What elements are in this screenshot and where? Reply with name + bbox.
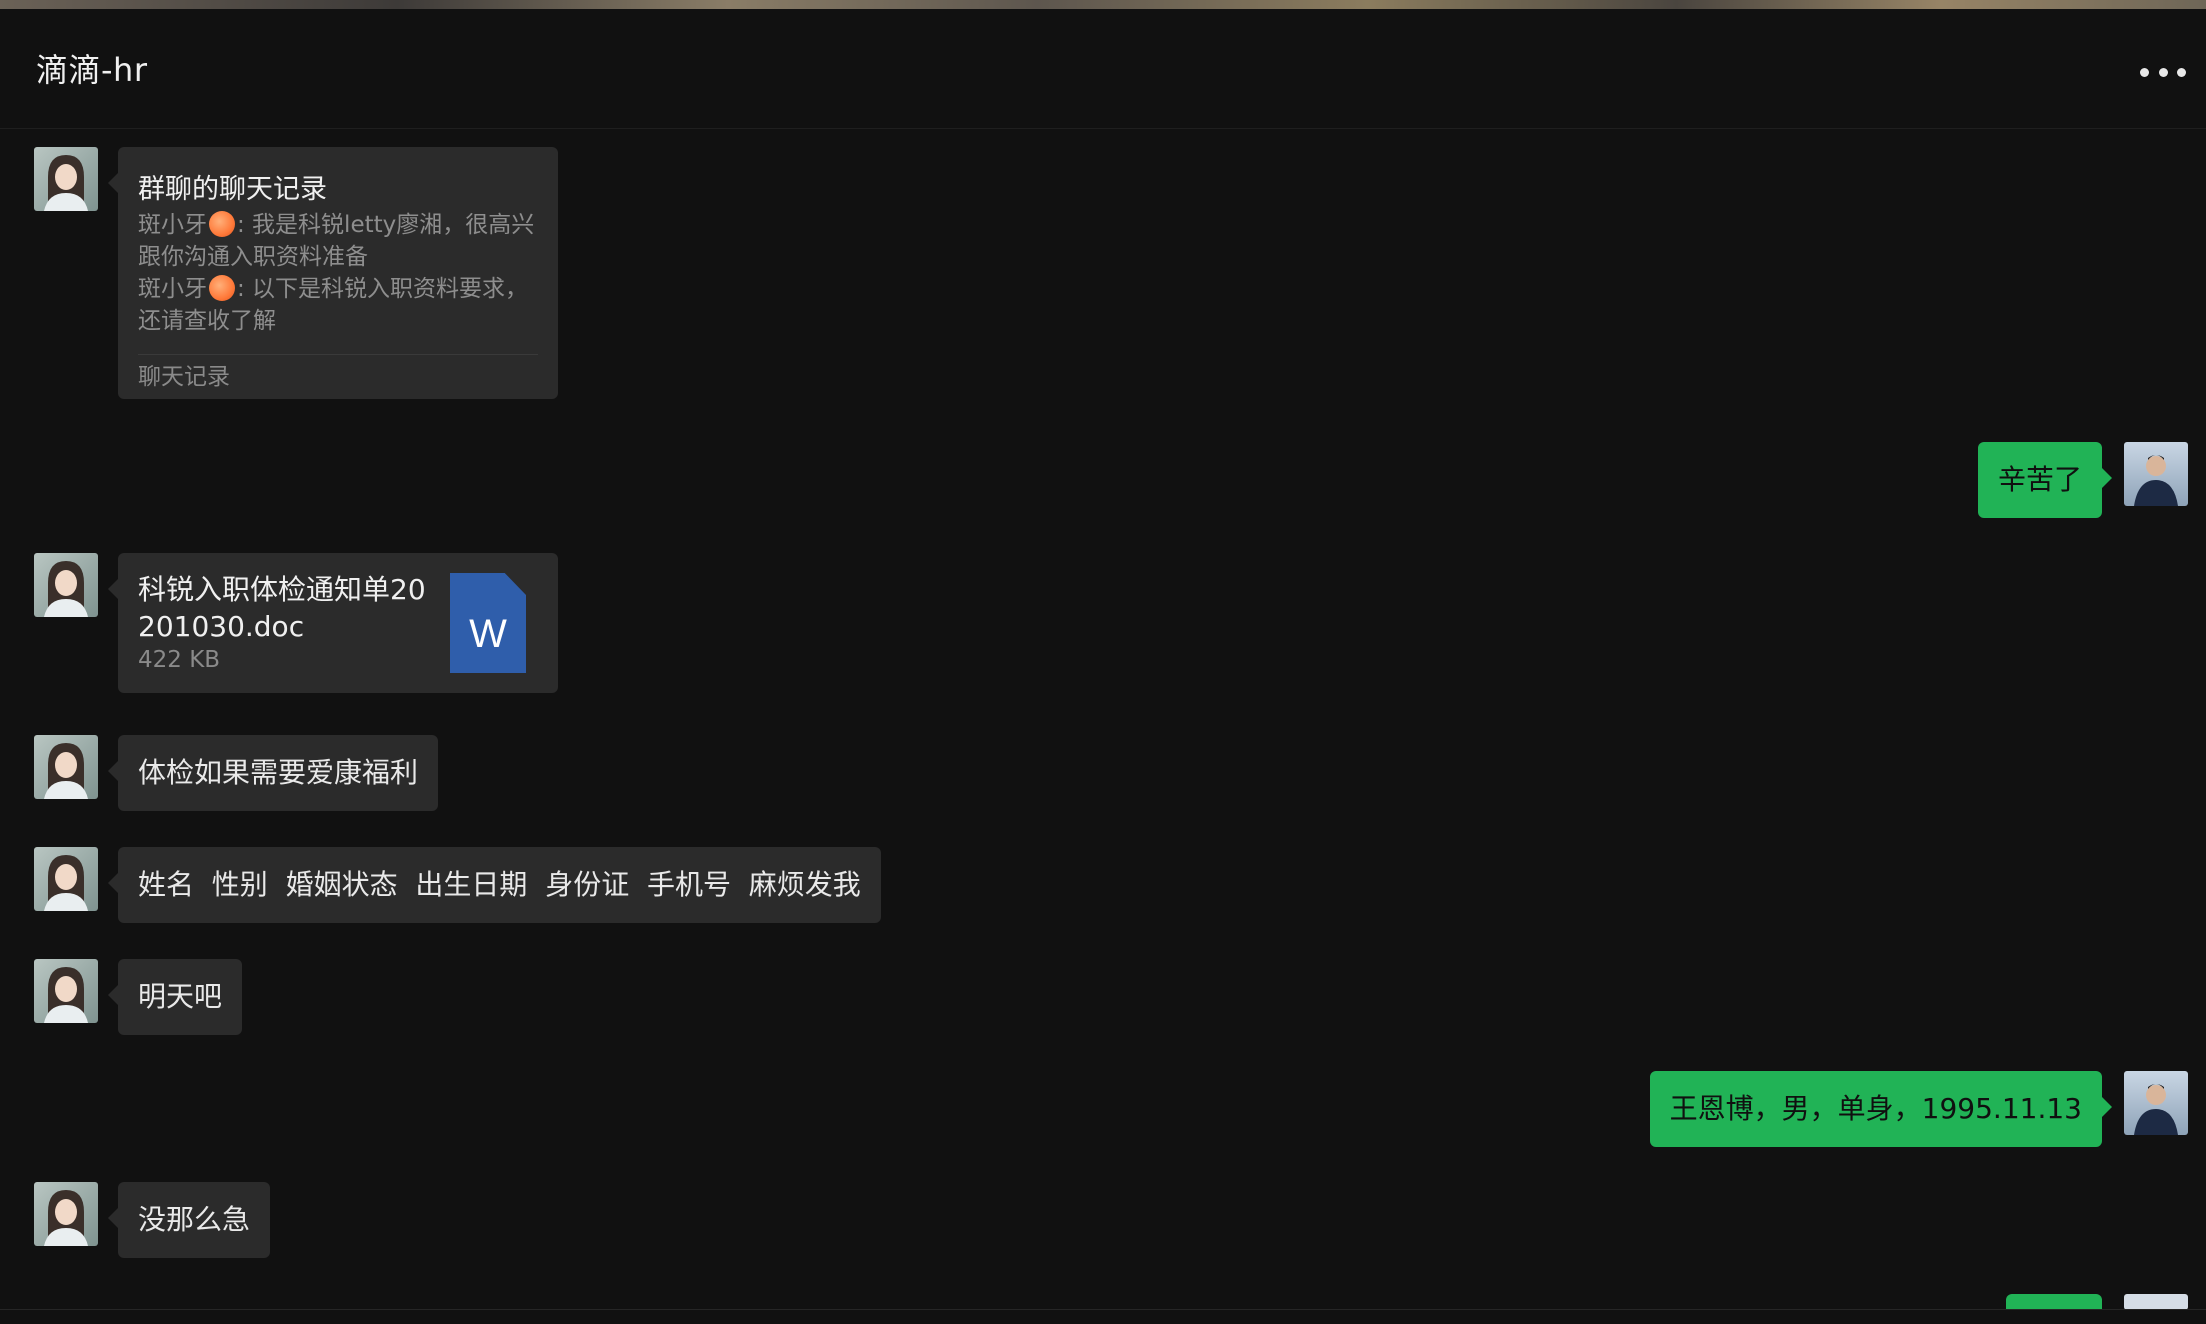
incoming-message[interactable]: 姓名 性别 婚姻状态 出生日期 身份证 手机号 麻烦发我 — [108, 847, 881, 923]
divider — [138, 354, 538, 355]
file-size: 422 KB — [138, 647, 221, 673]
chat-record-footer: 聊天记录 — [138, 364, 230, 390]
sender-name: 斑小牙 — [138, 212, 207, 238]
chat-record-line: 斑小牙: 以下是科锐入职资料要求，还请查收了解 — [138, 273, 538, 337]
my-avatar[interactable] — [2124, 1071, 2188, 1135]
input-divider — [0, 1309, 2206, 1310]
outgoing-message[interactable]: 辛苦了 — [1977, 442, 2113, 518]
chat-record-card[interactable]: 群聊的聊天记录 斑小牙: 我是科锐letty廖湘，很高兴跟你沟通入职资料准备 斑… — [108, 147, 558, 399]
incoming-message[interactable]: 体检如果需要爱康福利 — [107, 735, 439, 811]
peach-emoji-icon — [209, 275, 235, 301]
word-doc-icon: W — [450, 573, 526, 673]
chat-record-title: 群聊的聊天记录 — [138, 174, 327, 205]
outgoing-message[interactable]: 王恩博，男，单身，1995.11.13 — [1649, 1071, 2113, 1147]
chat-header: 滴滴-hr — [0, 9, 2206, 129]
peach-emoji-icon — [209, 211, 235, 237]
incoming-message[interactable]: 没那么急 — [107, 1182, 271, 1258]
incoming-message[interactable]: 明天吧 — [107, 959, 243, 1035]
outgoing-message-partial[interactable] — [2006, 1294, 2102, 1310]
chat-title: 滴滴-hr — [36, 51, 148, 89]
hr-avatar[interactable] — [34, 847, 98, 911]
hr-avatar[interactable] — [34, 553, 98, 617]
sender-name: 斑小牙 — [138, 276, 207, 302]
hr-avatar[interactable] — [34, 1182, 98, 1246]
file-card[interactable]: 科锐入职体检通知单20201030.doc 422 KB W — [108, 553, 558, 693]
window-top-strip — [0, 0, 2206, 9]
hr-avatar[interactable] — [34, 735, 98, 799]
my-avatar[interactable] — [2124, 1294, 2188, 1310]
chat-record-line: 斑小牙: 我是科锐letty廖湘，很高兴跟你沟通入职资料准备 — [138, 209, 538, 273]
chat-record-preview: 斑小牙: 我是科锐letty廖湘，很高兴跟你沟通入职资料准备 斑小牙: 以下是科… — [138, 209, 538, 337]
more-dots-icon[interactable] — [2140, 59, 2186, 85]
hr-avatar[interactable] — [34, 147, 98, 211]
file-name: 科锐入职体检通知单20201030.doc — [138, 573, 426, 643]
hr-avatar[interactable] — [34, 959, 98, 1023]
my-avatar[interactable] — [2124, 442, 2188, 506]
